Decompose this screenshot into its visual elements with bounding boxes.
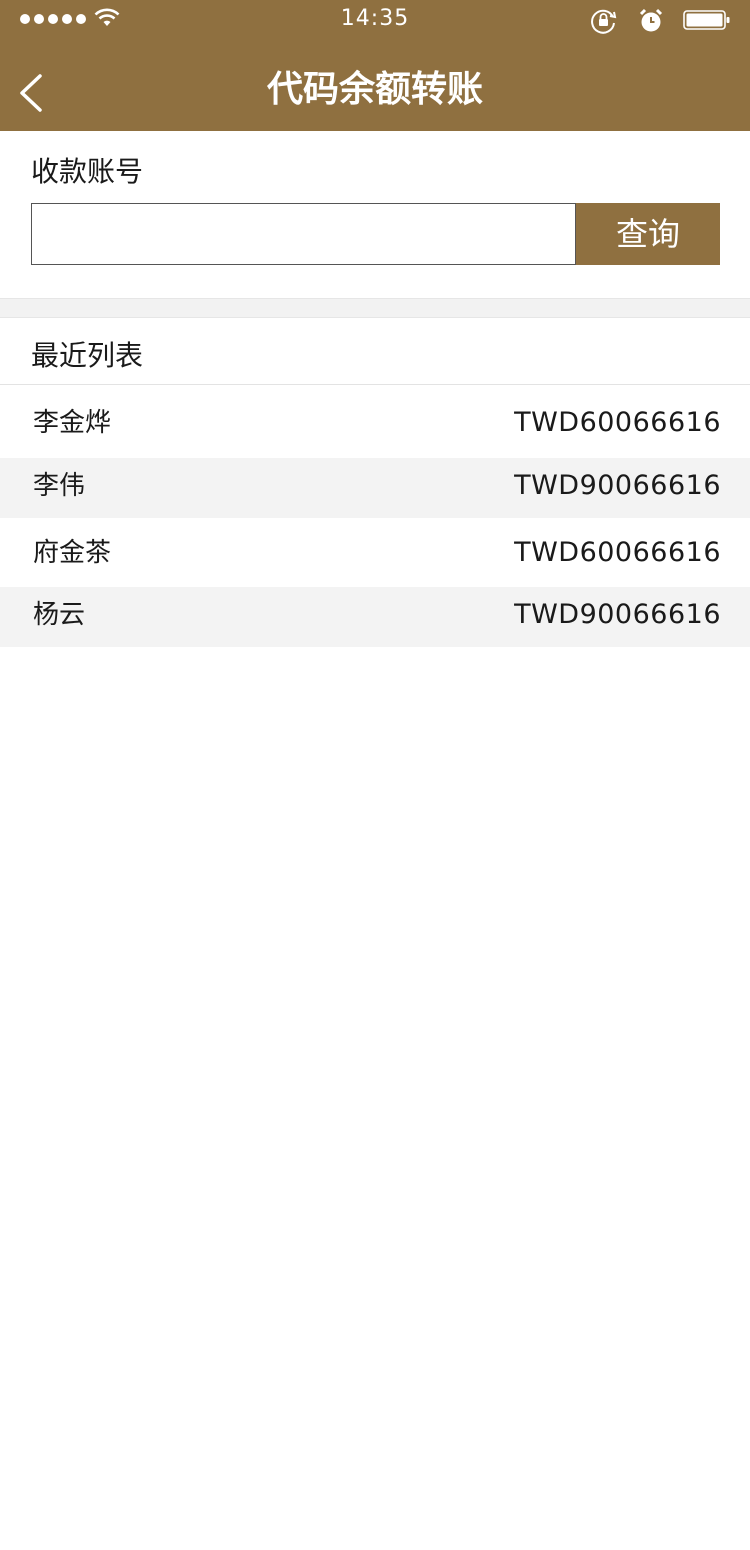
recipient-name: 杨云 <box>33 600 86 630</box>
alarm-icon <box>639 8 663 32</box>
recent-list-item[interactable]: 李金烨 TWD60066616 <box>0 385 750 458</box>
recent-list-heading: 最近列表 <box>31 339 144 372</box>
recent-list-item[interactable]: 李伟 TWD90066616 <box>0 458 750 518</box>
recent-list-item[interactable]: 府金茶 TWD60066616 <box>0 518 750 587</box>
rotation-lock-icon <box>591 9 617 34</box>
recipient-name: 李伟 <box>33 471 86 501</box>
status-bar: 14:35 <box>0 0 750 40</box>
recipient-code: TWD90066616 <box>514 470 721 501</box>
page-title: 代码余额转账 <box>266 69 483 110</box>
app-header: 14:35 代码余额转账 <box>0 0 750 131</box>
section-divider <box>0 298 750 318</box>
recipient-account-label: 收款账号 <box>31 155 144 188</box>
recipient-code: TWD90066616 <box>514 599 721 630</box>
recipient-account-input[interactable] <box>31 203 576 265</box>
recipient-name: 李金烨 <box>33 408 112 438</box>
recent-list-item[interactable]: 杨云 TWD90066616 <box>0 587 750 647</box>
battery-icon <box>683 10 730 30</box>
recipient-code: TWD60066616 <box>514 407 721 438</box>
query-button[interactable]: 查询 <box>576 203 720 265</box>
recipient-name: 府金茶 <box>33 538 112 568</box>
recipient-code: TWD60066616 <box>514 537 721 568</box>
